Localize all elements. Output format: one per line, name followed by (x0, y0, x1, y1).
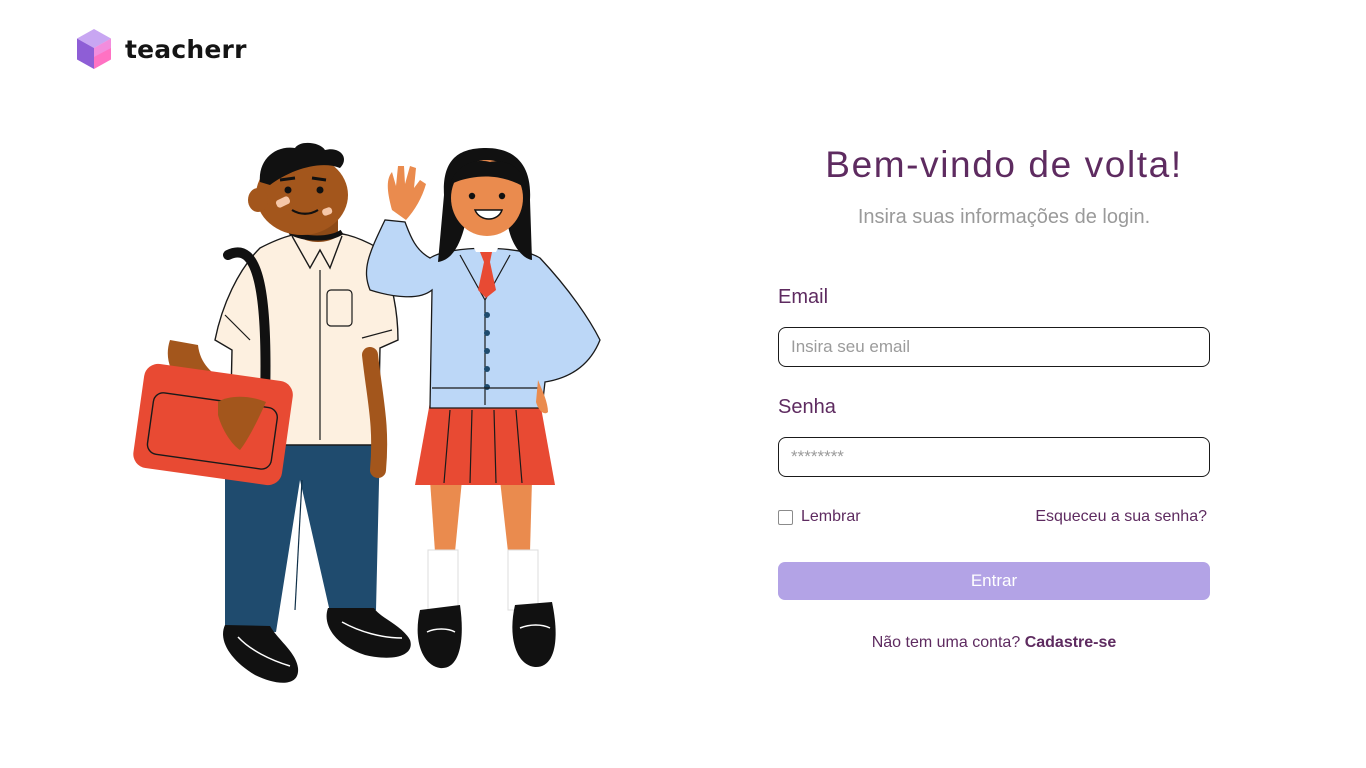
login-title: Bem-vindo de volta! (825, 144, 1183, 185)
password-field[interactable] (778, 437, 1210, 477)
signup-prompt: Não tem uma conta? Cadastre-se (778, 634, 1210, 652)
login-subtitle: Insira suas informações de login. (857, 206, 1151, 228)
email-field[interactable] (778, 327, 1210, 367)
signup-prompt-text: Não tem uma conta? (871, 634, 1021, 651)
cube-logo-icon (77, 29, 111, 69)
students-illustration (133, 142, 601, 683)
password-label: Senha (778, 396, 836, 418)
remember-checkbox[interactable]: Lembrar (778, 508, 861, 526)
login-panel: Bem-vindo de volta! Insira suas informaç… (778, 140, 1210, 652)
email-label: Email (778, 286, 829, 308)
remember-label: Lembrar (801, 508, 861, 525)
login-button[interactable]: Entrar (778, 562, 1210, 600)
signup-link[interactable]: Cadastre-se (1025, 634, 1117, 651)
forgot-password-link[interactable]: Esqueceu a sua senha? (1035, 508, 1207, 526)
brand-name: teacherr (125, 34, 247, 64)
login-options-row: Lembrar Esqueceu a sua senha? (778, 506, 1210, 528)
brand-header: teacherr (76, 28, 247, 70)
checkbox-icon[interactable] (778, 509, 793, 525)
